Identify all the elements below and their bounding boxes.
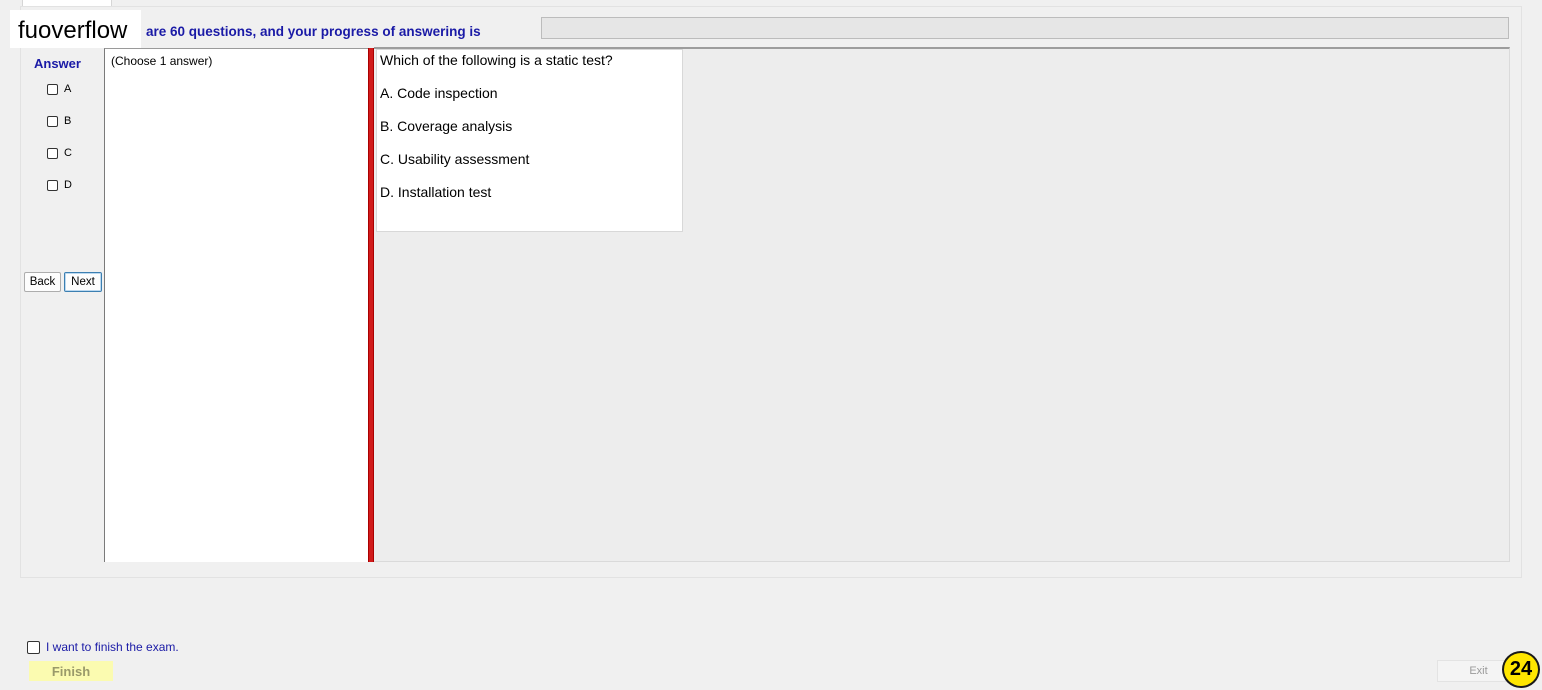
question-option-c: C. Usability assessment (380, 151, 530, 167)
answer-option-c[interactable]: C (47, 147, 72, 159)
finish-button[interactable]: Finish (29, 661, 113, 681)
answer-c-checkbox[interactable] (47, 147, 58, 159)
answer-title: Answer (34, 56, 81, 71)
answer-option-a[interactable]: A (47, 83, 71, 95)
question-option-a: A. Code inspection (380, 85, 498, 101)
finish-exam-toggle[interactable]: I want to finish the exam. (27, 640, 179, 654)
answer-pane[interactable] (104, 48, 368, 562)
back-button[interactable]: Back (24, 272, 61, 292)
finish-exam-label: I want to finish the exam. (46, 640, 179, 654)
page-number-badge: 24 (1502, 651, 1540, 688)
watermark-label: fuoverflow (10, 10, 141, 48)
progress-bar (541, 17, 1509, 39)
question-text: Which of the following is a static test? (380, 52, 613, 68)
answer-option-label: A (64, 83, 72, 95)
question-box (376, 49, 683, 232)
finish-exam-checkbox[interactable] (27, 640, 40, 654)
answer-option-d[interactable]: D (47, 179, 72, 191)
answer-d-checkbox[interactable] (47, 179, 58, 191)
progress-text: are 60 questions, and your progress of a… (146, 24, 481, 39)
next-button[interactable]: Next (64, 272, 102, 292)
answer-option-b[interactable]: B (47, 115, 71, 127)
choose-hint: (Choose 1 answer) (111, 54, 213, 68)
answer-option-label: C (64, 147, 72, 159)
answer-b-checkbox[interactable] (47, 115, 58, 127)
question-option-d: D. Installation test (380, 184, 492, 200)
question-option-b: B. Coverage analysis (380, 118, 513, 134)
answer-option-label: B (64, 115, 72, 127)
answer-a-checkbox[interactable] (47, 83, 58, 95)
answer-option-label: D (64, 179, 72, 191)
